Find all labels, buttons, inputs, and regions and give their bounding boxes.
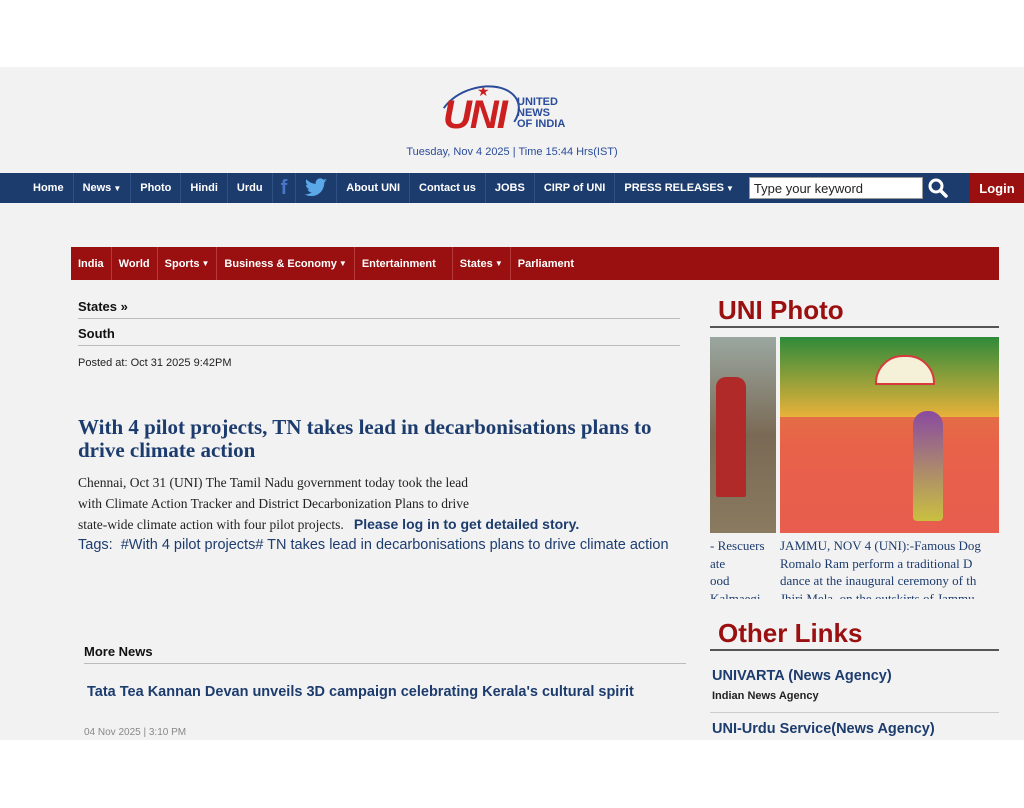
facebook-icon[interactable]: f <box>273 173 297 203</box>
cat-india[interactable]: India <box>71 247 112 280</box>
search-input[interactable] <box>748 177 923 199</box>
chevron-down-icon: ▼ <box>201 259 210 268</box>
logo-text: UNI <box>443 93 508 137</box>
nav-hindi[interactable]: Hindi <box>181 173 228 203</box>
cat-sports[interactable]: Sports ▼ <box>158 247 218 280</box>
more-news-heading: More News <box>84 644 686 664</box>
cat-business[interactable]: Business & Economy ▼ <box>217 247 355 280</box>
chevron-down-icon: ▼ <box>726 183 734 193</box>
photo-caption-2[interactable]: JAMMU, NOV 4 (UNI):-Famous Dog Romalo Ra… <box>780 537 999 599</box>
posted-timestamp: Posted at: Oct 31 2025 9:42PM <box>78 357 232 369</box>
current-datetime: Tuesday, Nov 4 2025 | Time 15:44 Hrs(IST… <box>406 146 618 158</box>
nav-home[interactable]: Home <box>0 173 74 203</box>
cat-entertainment[interactable]: Entertainment <box>355 247 453 280</box>
logo-agency-name: UNITED NEWS OF INDIA <box>517 96 566 130</box>
divider <box>710 712 999 713</box>
article-headline: With 4 pilot projects, TN takes lead in … <box>78 415 652 462</box>
top-nav: Home News ▼ Photo Hindi Urdu f About UNI … <box>0 173 1024 203</box>
other-link-univarta[interactable]: UNIVARTA (News Agency) <box>712 668 892 684</box>
photo-jammu-dance[interactable] <box>780 337 999 533</box>
tag-link[interactable]: #With 4 pilot projects# TN takes lead in… <box>121 537 669 553</box>
chevron-down-icon: ▼ <box>113 183 122 193</box>
other-link-uni-urdu[interactable]: UNI-Urdu Service(News Agency) <box>712 721 935 737</box>
nav-press-releases[interactable]: PRESS RELEASES ▼ <box>615 173 743 203</box>
breadcrumb[interactable]: States » <box>78 299 680 319</box>
other-links-heading: Other Links <box>710 618 999 651</box>
twitter-icon[interactable] <box>296 173 338 203</box>
cat-states[interactable]: States ▼ <box>453 247 511 280</box>
region-label: South <box>78 326 680 346</box>
login-prompt-link[interactable]: Please log in to get detailed story. <box>354 516 579 532</box>
tags-label: Tags: <box>78 537 113 553</box>
article-tags: Tags: #With 4 pilot projects# TN takes l… <box>78 535 688 555</box>
search-icon <box>928 178 948 198</box>
other-link-univarta-subtitle: Indian News Agency <box>712 690 819 702</box>
page: ★ UNI UNITED NEWS OF INDIA Tuesday, Nov … <box>0 67 1024 740</box>
more-news-item-title[interactable]: Tata Tea Kannan Devan unveils 3D campaig… <box>87 683 687 702</box>
nav-photo[interactable]: Photo <box>131 173 182 203</box>
nav-about[interactable]: About UNI <box>337 173 411 203</box>
cat-parliament[interactable]: Parliament <box>511 247 581 280</box>
nav-cirp[interactable]: CIRP of UNI <box>535 173 616 203</box>
cat-world[interactable]: World <box>112 247 158 280</box>
nav-contact[interactable]: Contact us <box>410 173 486 203</box>
uni-photo-heading: UNI Photo <box>710 295 999 328</box>
nav-urdu[interactable]: Urdu <box>228 173 273 203</box>
chevron-down-icon: ▼ <box>338 259 347 268</box>
search-button[interactable] <box>923 173 953 203</box>
more-news-item-date: 04 Nov 2025 | 3:10 PM <box>84 727 187 738</box>
login-button[interactable]: Login <box>970 173 1024 203</box>
nav-news[interactable]: News ▼ <box>74 173 132 203</box>
photo-rescuers[interactable] <box>710 337 776 533</box>
photo-caption-1[interactable]: - Rescuers ate ood Kalmaegi <box>710 537 776 599</box>
twitter-bird-shape <box>304 178 328 197</box>
nav-jobs[interactable]: JOBS <box>486 173 535 203</box>
uni-logo[interactable]: ★ UNI UNITED NEWS OF INDIA <box>430 75 577 155</box>
category-nav: India World Sports ▼ Business & Economy ▼ … <box>71 247 999 280</box>
chevron-down-icon: ▼ <box>494 259 503 268</box>
photo-carousel[interactable] <box>710 337 999 533</box>
article-body: Chennai, Oct 31 (UNI) The Tamil Nadu gov… <box>78 475 580 532</box>
